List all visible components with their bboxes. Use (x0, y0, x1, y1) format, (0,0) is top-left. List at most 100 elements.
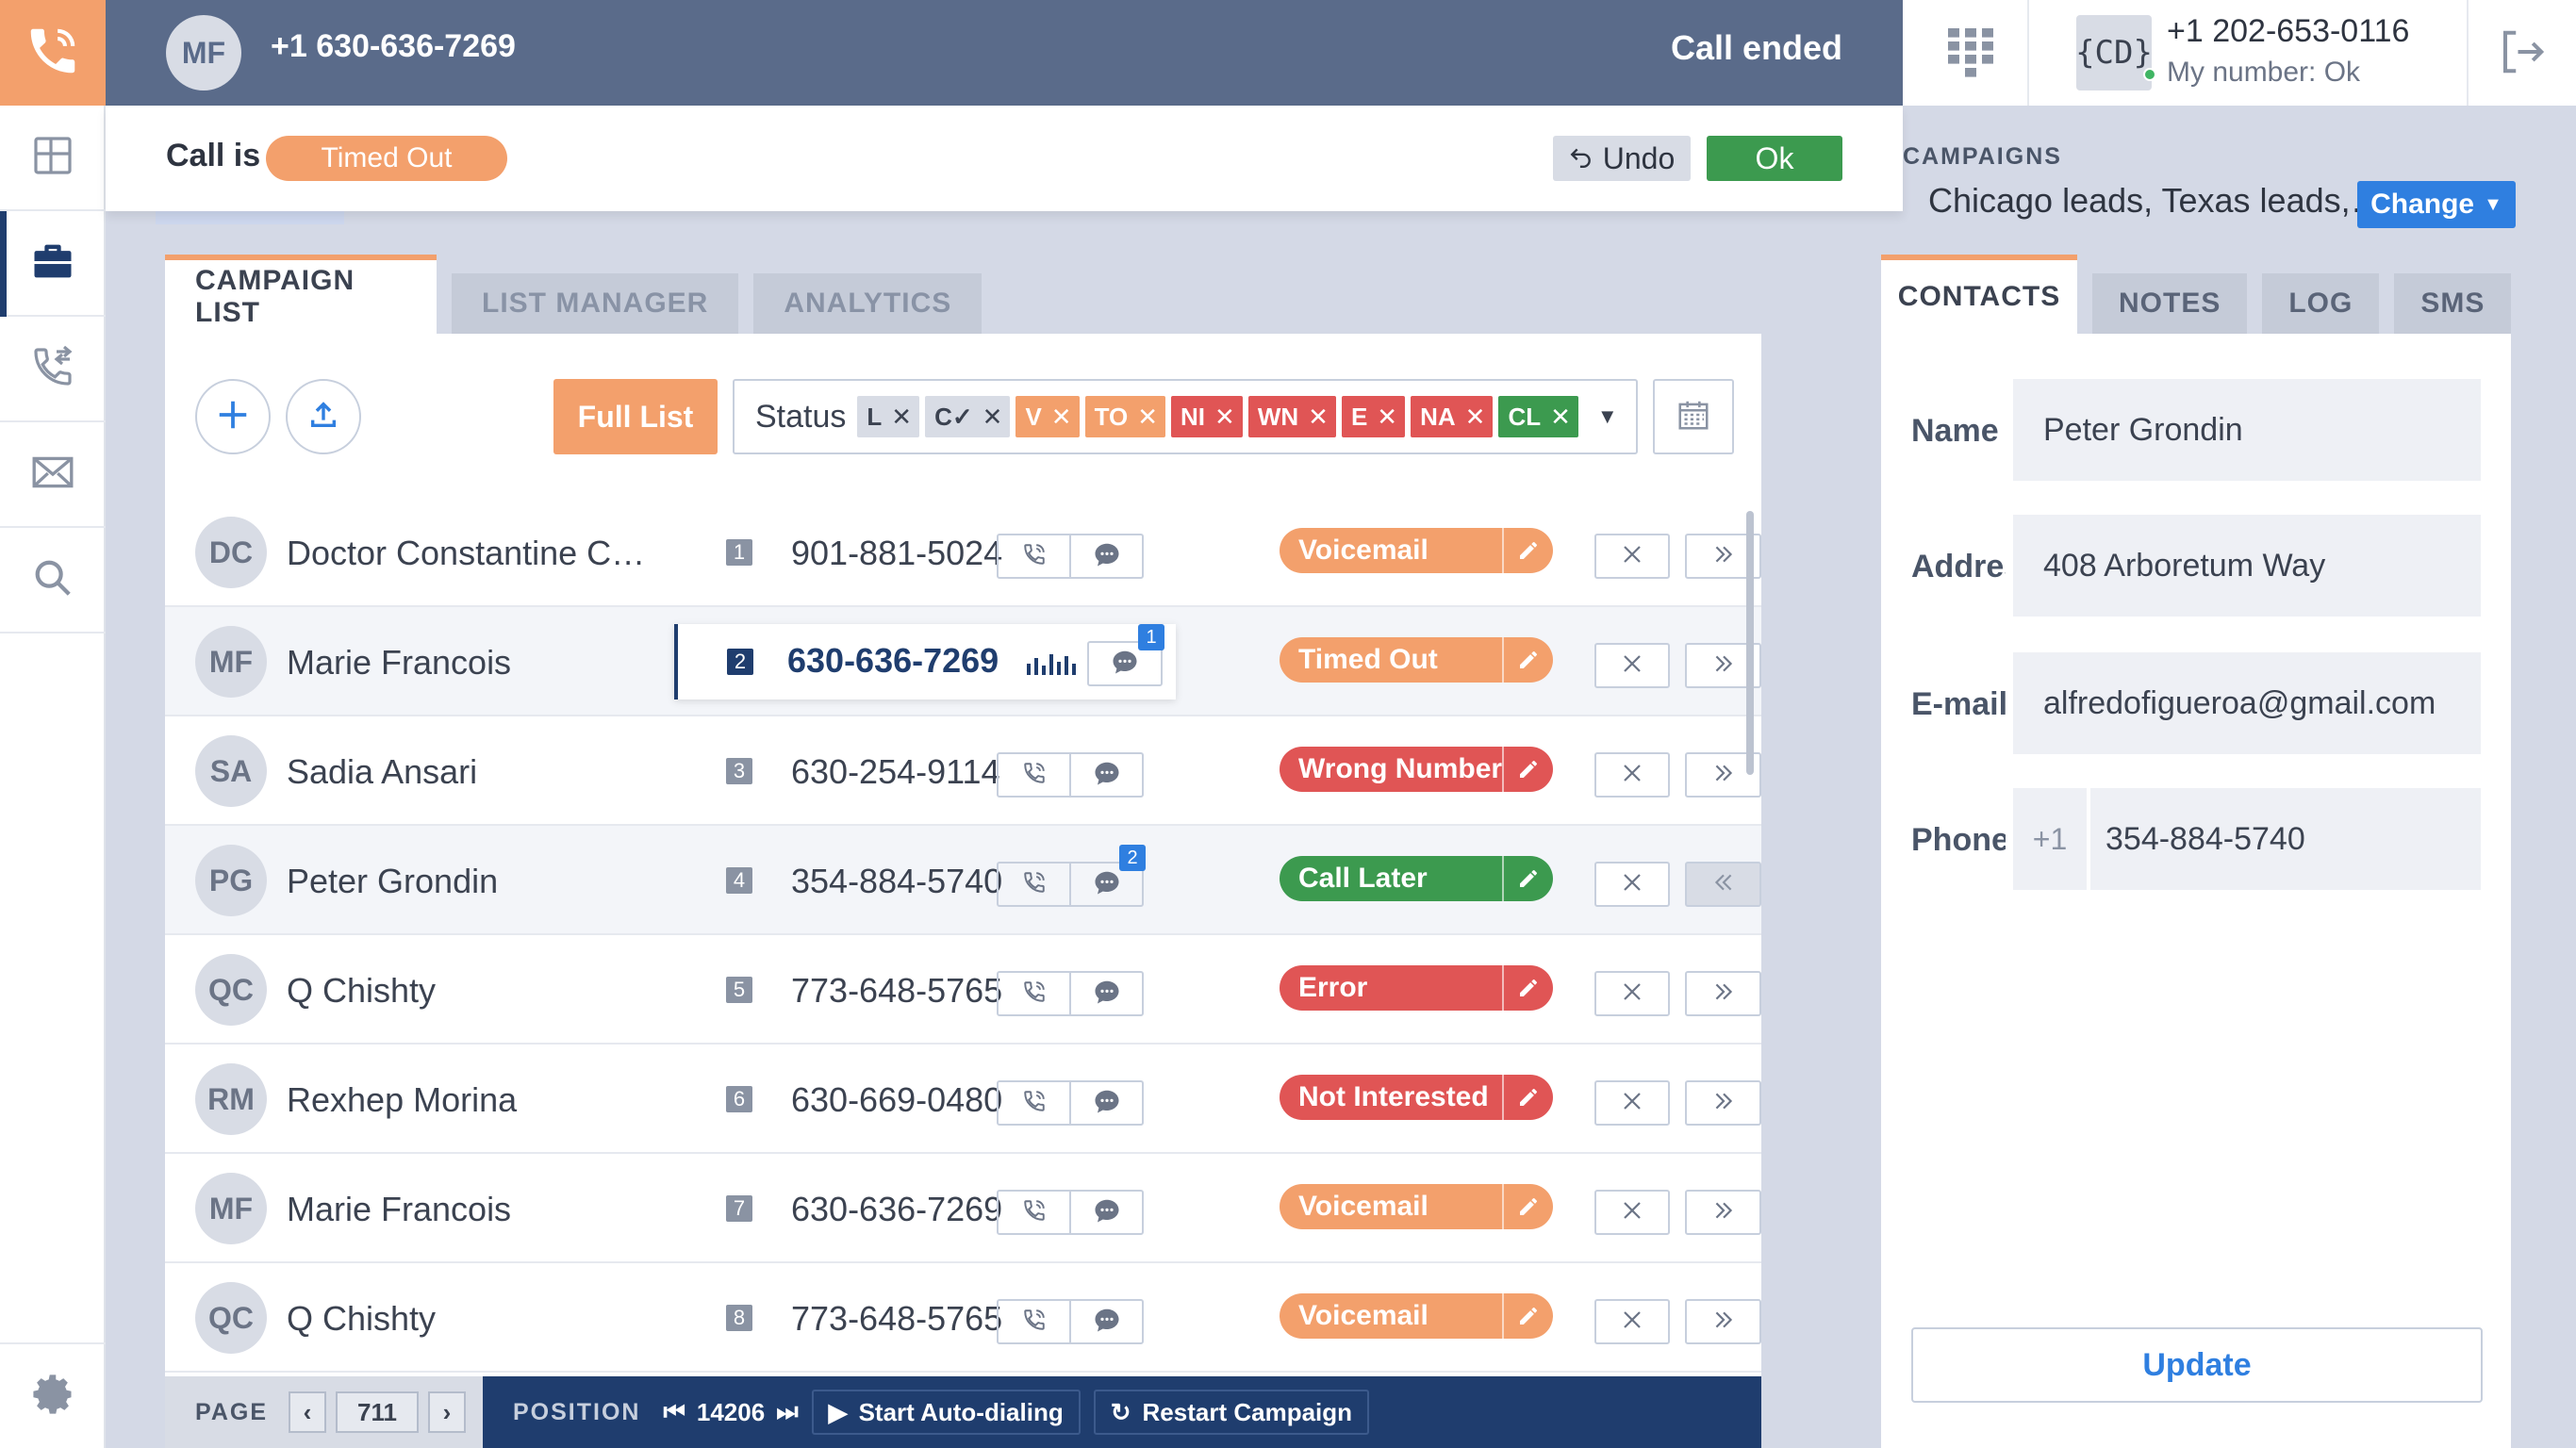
contact-name[interactable]: Peter Grondin (287, 862, 664, 901)
call-button[interactable] (999, 1192, 1071, 1233)
remove-row-button[interactable] (1594, 534, 1670, 579)
table-row[interactable]: MF Marie Francois 2 630-636-7269 1 Timed Out (165, 607, 1761, 716)
table-row[interactable]: MF Marie Francois 7 630-636-7269 Voicemail (165, 1154, 1761, 1263)
sms-button[interactable] (1071, 1301, 1142, 1342)
page-input[interactable]: 711 (336, 1391, 419, 1433)
start-autodial-button[interactable]: ▶ Start Auto-dialing (811, 1390, 1081, 1435)
open-row-button[interactable] (1685, 971, 1761, 1016)
tab-analytics[interactable]: ANALYTICS (753, 273, 983, 334)
open-row-button[interactable] (1685, 1080, 1761, 1126)
skip-first-icon[interactable]: ⏮ (663, 1397, 685, 1427)
dropdown-caret-icon[interactable]: ▼ (1597, 404, 1618, 429)
undo-button[interactable]: Undo (1553, 136, 1691, 181)
remove-chip-icon[interactable]: ✕ (1373, 396, 1405, 437)
email-field[interactable]: alfredofigueroa@gmail.com (2013, 652, 2481, 754)
full-list-button[interactable]: Full List (553, 379, 718, 454)
ok-button[interactable]: Ok (1707, 136, 1842, 181)
update-button[interactable]: Update (1911, 1327, 2483, 1403)
table-row[interactable]: PG Peter Grondin 4 354-884-5740 2 Call Later (165, 826, 1761, 935)
contact-name[interactable]: Marie Francois (287, 1190, 664, 1229)
nav-dashboard[interactable] (0, 106, 106, 211)
call-button[interactable] (999, 1301, 1071, 1342)
contact-name[interactable]: Marie Francois (287, 643, 664, 683)
sms-button[interactable] (1071, 973, 1142, 1014)
sms-button[interactable] (1071, 1082, 1142, 1124)
position-value[interactable]: 14206 (697, 1398, 765, 1427)
contact-name[interactable]: Q Chishty (287, 1299, 664, 1339)
remove-row-button[interactable] (1594, 1190, 1670, 1235)
remove-chip-icon[interactable]: ✕ (1133, 396, 1165, 437)
restart-campaign-button[interactable]: ↻ Restart Campaign (1093, 1390, 1370, 1435)
pencil-icon[interactable] (1502, 528, 1553, 573)
tab-sms[interactable]: SMS (2394, 273, 2512, 334)
table-row[interactable]: DC Doctor Constantine Con… 1 901-881-5024 Vo… (165, 498, 1761, 607)
contact-name[interactable]: Doctor Constantine Con… (287, 534, 664, 573)
table-row[interactable]: QC Q Chishty 8 773-648-5765 Voicemail (165, 1263, 1761, 1373)
pencil-icon[interactable] (1502, 637, 1553, 683)
dialpad-icon[interactable] (1948, 28, 1993, 82)
calendar-button[interactable] (1653, 379, 1734, 454)
pencil-icon[interactable] (1502, 1184, 1553, 1229)
remove-chip-icon[interactable]: ✕ (1461, 396, 1494, 437)
sms-button[interactable] (1071, 1192, 1142, 1233)
sms-button[interactable]: 1 (1087, 624, 1164, 686)
app-logo[interactable] (0, 0, 106, 106)
status-pill[interactable]: Voicemail (1280, 528, 1553, 573)
table-row[interactable]: SA Sadia Ansari 3 630-254-9114 Wrong Number (165, 716, 1761, 826)
status-filter[interactable]: Status L ✕ C✓ ✕ V ✕ TO ✕ NI ✕ WN ✕ E ✕ NA ✕ CL ✕ ▼ (733, 379, 1638, 454)
open-row-button[interactable] (1685, 1190, 1761, 1235)
call-button[interactable] (999, 864, 1071, 905)
remove-chip-icon[interactable]: ✕ (1048, 396, 1080, 437)
change-campaign-button[interactable]: Change ▼ (2357, 181, 2516, 228)
call-result-pill[interactable]: Timed Out (266, 136, 507, 181)
contact-name[interactable]: Rexhep Morina (287, 1080, 664, 1120)
table-row[interactable]: QC Q Chishty 5 773-648-5765 Error (165, 935, 1761, 1045)
tab-notes[interactable]: NOTES (2092, 273, 2248, 334)
logout-icon[interactable] (2497, 26, 2548, 82)
remove-chip-icon[interactable]: ✕ (979, 396, 1011, 437)
remove-row-button[interactable] (1594, 971, 1670, 1016)
contact-name[interactable]: Q Chishty (287, 971, 664, 1011)
status-pill[interactable]: Voicemail (1280, 1184, 1553, 1229)
sms-button[interactable] (1071, 535, 1142, 577)
status-pill[interactable]: Error (1280, 965, 1553, 1011)
phone-field[interactable]: 354-884-5740 (2090, 788, 2481, 890)
pencil-icon[interactable] (1502, 1075, 1553, 1120)
call-button[interactable] (999, 1082, 1071, 1124)
remove-row-button[interactable] (1594, 862, 1670, 907)
call-button[interactable] (999, 535, 1071, 577)
nav-mail[interactable] (0, 422, 106, 528)
status-pill[interactable]: Wrong Number (1280, 747, 1553, 792)
nav-search[interactable] (0, 528, 106, 634)
remove-row-button[interactable] (1594, 1299, 1670, 1344)
tab-campaign-list[interactable]: CAMPAIGN LIST (165, 255, 437, 334)
status-pill[interactable]: Timed Out (1280, 637, 1553, 683)
remove-row-button[interactable] (1594, 643, 1670, 688)
remove-chip-icon[interactable]: ✕ (1546, 396, 1578, 437)
remove-chip-icon[interactable]: ✕ (1304, 396, 1336, 437)
tab-list-manager[interactable]: LIST MANAGER (452, 273, 739, 334)
account-badge[interactable]: {CD} (2075, 15, 2153, 90)
collapse-row-button[interactable] (1685, 862, 1761, 907)
address-field[interactable]: 408 Arboretum Way (2013, 515, 2481, 617)
pencil-icon[interactable] (1502, 747, 1553, 792)
sms-button[interactable]: 2 (1071, 845, 1146, 905)
nav-settings[interactable] (0, 1342, 106, 1448)
next-page-button[interactable]: › (428, 1391, 466, 1433)
pencil-icon[interactable] (1502, 965, 1553, 1011)
skip-last-icon[interactable]: ⏭ (776, 1397, 798, 1427)
status-pill[interactable]: Not Interested (1280, 1075, 1553, 1120)
name-field[interactable]: Peter Grondin (2013, 379, 2481, 481)
prev-page-button[interactable]: ‹ (289, 1391, 326, 1433)
list-scrollbar[interactable] (1746, 511, 1754, 775)
remove-chip-icon[interactable]: ✕ (887, 396, 919, 437)
tab-log[interactable]: LOG (2262, 273, 2380, 334)
add-contact-button[interactable] (195, 379, 271, 454)
remove-chip-icon[interactable]: ✕ (1211, 396, 1243, 437)
status-pill[interactable]: Voicemail (1280, 1293, 1553, 1339)
status-pill[interactable]: Call Later (1280, 856, 1553, 901)
call-button[interactable] (999, 754, 1071, 796)
open-row-button[interactable] (1685, 1299, 1761, 1344)
call-button[interactable] (999, 973, 1071, 1014)
table-row[interactable]: RM Rexhep Morina 6 630-669-0480 Not Interest… (165, 1045, 1761, 1154)
